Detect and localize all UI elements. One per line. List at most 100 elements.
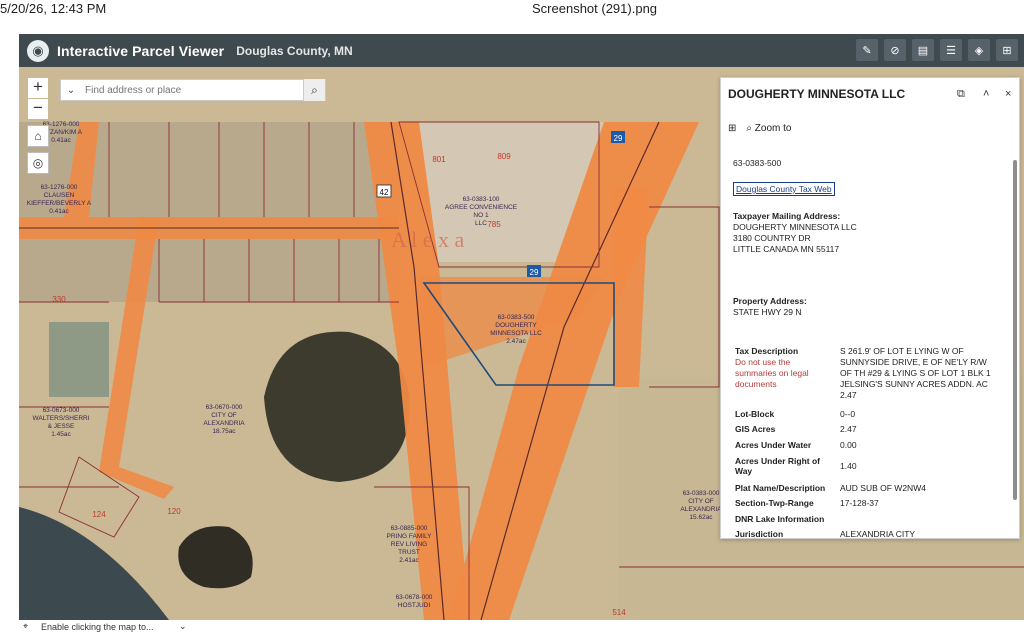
city-right-parcel-owner-1: CITY OF: [688, 498, 714, 505]
popup-scrollbar[interactable]: [1013, 160, 1017, 500]
lot-block-label: Lot-Block: [735, 409, 775, 419]
search-source-dropdown-icon[interactable]: ⌄: [61, 85, 81, 96]
gis-acres-value: 2.47: [840, 424, 857, 434]
tax-note-line-1: Do not use the: [735, 357, 791, 367]
gis-acres-label: GIS Acres: [735, 424, 776, 434]
print-timestamp: 5/20/26, 12:43 PM: [0, 1, 107, 16]
app-title: Interactive Parcel Viewer: [57, 42, 225, 59]
status-bar: ⌖ Enable clicking the map to... ⌄: [19, 620, 1024, 634]
header-toolbar: ✎ ⊘ ▤ ☰ ◈ ⊞: [856, 39, 1018, 61]
tax-description-label: Tax Description: [735, 346, 799, 356]
hostudi-parcel-id: 63-0678-000: [396, 594, 433, 601]
city-right-parcel-owner-2: ALEXANDRIA: [680, 506, 722, 513]
layers-icon[interactable]: ◈: [968, 39, 990, 61]
close-icon[interactable]: ×: [1005, 88, 1011, 100]
address-514: 514: [612, 608, 626, 617]
tax-description-line-5: 2.47: [840, 390, 857, 400]
jurisdiction-value: ALEXANDRIA CITY: [840, 529, 916, 539]
hwy-29-label-b: 29: [530, 268, 539, 277]
agree-parcel-owner-3: LLC: [475, 220, 487, 227]
zoom-out-button[interactable]: −: [28, 99, 48, 119]
pring-parcel-owner-1: PRING FAMILY: [386, 533, 432, 540]
plat-value: AUD SUB OF W2NW4: [840, 483, 926, 493]
tennis-courts: [49, 322, 109, 397]
zoom-to-action[interactable]: ⌕ Zoom to: [746, 123, 791, 134]
address-785: 785: [487, 220, 501, 229]
hwy-42-label: 42: [380, 188, 389, 197]
bitzan-parcel-acres: 0.41ac: [51, 137, 71, 144]
print-icon[interactable]: ▤: [912, 39, 934, 61]
address-120: 120: [167, 507, 181, 516]
print-filename: Screenshot (291).png: [532, 1, 658, 16]
address-809: 809: [497, 152, 511, 161]
pring-parcel-owner-3: TRUST: [398, 549, 420, 556]
selected-parcel-owner-2: MINNESOTA LLC: [490, 330, 542, 337]
mailing-address-label: Taxpayer Mailing Address:: [733, 211, 841, 221]
kieffer-parcel-owner-1: CLAUSEN: [44, 192, 75, 199]
search-bar: ⌄ ⌕: [60, 79, 326, 101]
walters-parcel-id: 63-0673-000: [43, 407, 80, 414]
legend-icon[interactable]: ☰: [940, 39, 962, 61]
tax-description-line-3: OF TH #29 & LYING S OF LOT 1 BLK 1: [840, 368, 991, 378]
tax-description-line-1: S 261.9' OF LOT E LYING W OF: [840, 346, 964, 356]
pring-parcel-acres: 2.41ac: [399, 557, 419, 564]
basemap-icon[interactable]: ⊞: [996, 39, 1018, 61]
app-subtitle: Douglas County, MN: [236, 43, 353, 58]
app-header: ◉ Interactive Parcel Viewer Douglas Coun…: [19, 34, 1024, 67]
home-icon[interactable]: ⌂: [27, 125, 49, 147]
selected-parcel-owner-1: DOUGHERTY: [495, 322, 537, 329]
hwy-29-label-a: 29: [614, 134, 623, 143]
agree-parcel-owner-2: NO 1: [473, 212, 489, 219]
section-twp-range-label: Section-Twp-Range: [735, 498, 814, 508]
city-right-parcel-id: 63-0383-000: [683, 490, 720, 497]
tax-note-line-3: documents: [735, 379, 777, 389]
parcel-id-value: 63-0383-500: [733, 158, 782, 168]
agree-parcel-owner-1: AGREE CONVENIENCE: [445, 204, 518, 211]
dnr-lake-label: DNR Lake Information: [735, 514, 825, 524]
plat-label: Plat Name/Description: [735, 483, 826, 493]
tax-web-link[interactable]: Douglas County Tax Web: [733, 182, 835, 196]
kieffer-parcel-owner-2: KIEFFER/BEVERLY A: [27, 200, 92, 207]
popup-actions: ⊞ ⌕ Zoom to: [728, 123, 791, 134]
pring-parcel-id: 63-0885-000: [391, 525, 428, 532]
chevron-down-icon[interactable]: ⌄: [179, 621, 187, 632]
address-124: 124: [92, 510, 106, 519]
measure-icon[interactable]: ✎: [856, 39, 878, 61]
tax-note-line-2: summaries on legal: [735, 368, 809, 378]
feature-menu-icon[interactable]: ⊞: [728, 123, 736, 134]
agree-parcel-id: 63-0383-100: [463, 196, 500, 203]
city-parcel-owner-1: CITY OF: [211, 412, 237, 419]
kieffer-parcel-id: 63-1276-000: [41, 184, 78, 191]
city-parcel-acres: 18.75ac: [212, 428, 236, 435]
search-input[interactable]: [81, 84, 303, 96]
walters-parcel-acres: 1.45ac: [51, 431, 71, 438]
dock-icon[interactable]: ⧉: [957, 88, 965, 101]
city-right-parcel-acres: 15.62ac: [689, 514, 713, 521]
walters-parcel-owner-2: & JESSE: [48, 423, 75, 430]
locate-icon[interactable]: ◎: [27, 152, 49, 174]
jurisdiction-label: Jurisdiction: [735, 529, 784, 539]
mailing-line-1: DOUGHERTY MINNESOTA LLC: [733, 222, 857, 232]
search-icon[interactable]: ⌕: [303, 79, 325, 101]
collapse-icon[interactable]: ˄: [983, 88, 989, 100]
pring-parcel-owner-2: REV LIVING: [391, 541, 427, 548]
map-click-toggle-label[interactable]: Enable clicking the map to...: [41, 622, 154, 632]
address-330: 330: [52, 295, 66, 304]
county-logo-icon: ◉: [27, 39, 49, 62]
section-twp-range-value: 17-128-37: [840, 498, 879, 508]
link-icon[interactable]: ⊘: [884, 39, 906, 61]
walters-parcel-owner-1: WALTERS/SHERRI: [32, 415, 89, 422]
tax-description-line-2: SUNNYSIDE DRIVE, E OF NE'LY R/W: [840, 357, 987, 367]
zoom-to-label: Zoom to: [754, 123, 792, 134]
address-801: 801: [432, 155, 446, 164]
popup-title: DOUGHERTY MINNESOTA LLC: [728, 87, 906, 101]
property-address-label: Property Address:: [733, 296, 807, 306]
acres-water-value: 0.00: [840, 440, 857, 450]
mailing-line-3: LITTLE CANADA MN 55117: [733, 244, 840, 254]
zoom-in-button[interactable]: +: [28, 78, 48, 98]
acres-row-value: 1.40: [840, 461, 857, 471]
acres-water-label: Acres Under Water: [735, 440, 812, 450]
kieffer-parcel-acres: 0.41ac: [49, 208, 69, 215]
city-watermark-label: A l e x a: [391, 227, 465, 252]
mailing-line-2: 3180 COUNTRY DR: [733, 233, 811, 243]
